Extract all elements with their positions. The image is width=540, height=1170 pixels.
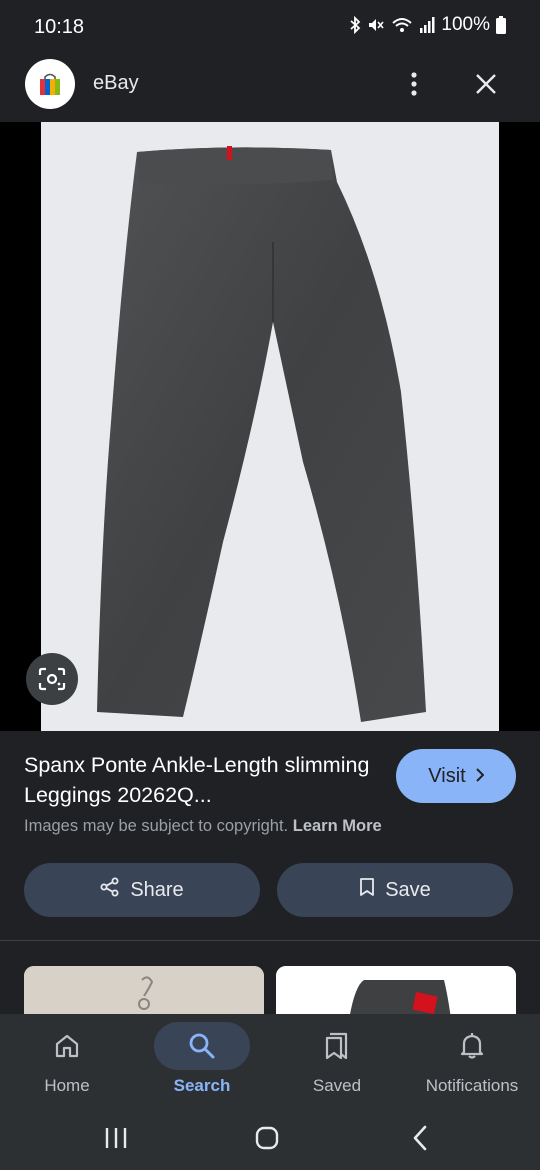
close-icon[interactable]: [466, 64, 506, 104]
search-icon: [154, 1022, 250, 1070]
image-viewer: [0, 122, 540, 731]
share-icon: [100, 877, 120, 903]
visit-label: Visit: [428, 764, 466, 787]
result-title[interactable]: Spanx Ponte Ankle-Length slimming Leggin…: [24, 750, 374, 810]
battery-text: 100%: [441, 14, 490, 35]
signal-icon: [419, 16, 435, 34]
more-vert-icon[interactable]: [398, 64, 430, 104]
system-nav-bar: [0, 1106, 540, 1170]
status-bar: 10:18 100%: [0, 0, 540, 56]
ebay-logo: [25, 59, 75, 109]
nav-search[interactable]: Search: [142, 1014, 262, 1106]
bell-icon: [424, 1022, 520, 1070]
home-button-icon[interactable]: [245, 1118, 289, 1158]
bluetooth-icon: [349, 16, 361, 34]
save-button[interactable]: Save: [277, 863, 513, 917]
wifi-icon: [391, 16, 413, 34]
status-icons: 100%: [349, 14, 506, 36]
product-image[interactable]: [41, 122, 499, 731]
copyright-notice: Images may be subject to copyright. Lear…: [24, 817, 382, 836]
divider: [0, 940, 540, 941]
mute-icon: [367, 16, 385, 34]
back-icon[interactable]: [398, 1118, 442, 1158]
save-label: Save: [385, 878, 431, 901]
nav-notifications-label: Notifications: [425, 1076, 519, 1095]
nav-home-label: Home: [44, 1076, 90, 1095]
app-name: eBay: [93, 72, 139, 94]
chevron-right-icon: [475, 765, 485, 788]
app-header: eBay: [0, 56, 540, 122]
nav-notifications[interactable]: Notifications: [412, 1014, 532, 1106]
nav-saved[interactable]: Saved: [277, 1014, 397, 1106]
home-icon: [19, 1022, 115, 1070]
copyright-text: Images may be subject to copyright.: [24, 817, 289, 835]
bottom-nav: Home Search Saved Notifications: [0, 1014, 540, 1106]
battery-icon: [496, 16, 506, 34]
nav-saved-label: Saved: [312, 1076, 362, 1095]
nav-search-label: Search: [173, 1076, 231, 1095]
learn-more-link[interactable]: Learn More: [293, 817, 382, 835]
nav-home[interactable]: Home: [7, 1014, 127, 1106]
saved-icon: [289, 1022, 385, 1070]
lens-search-button[interactable]: [26, 653, 78, 705]
share-label: Share: [130, 878, 184, 901]
visit-button[interactable]: Visit: [396, 749, 516, 803]
recent-apps-icon[interactable]: [94, 1118, 138, 1158]
share-button[interactable]: Share: [24, 863, 260, 917]
status-time: 10:18: [34, 16, 85, 38]
bookmark-icon: [359, 877, 375, 903]
